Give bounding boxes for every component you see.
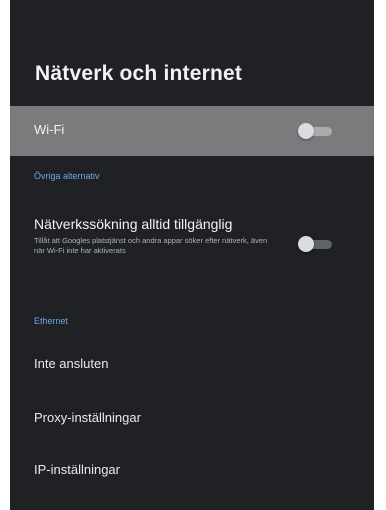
network-scan-description: Tillåt att Googles platstjänst och andra… [34, 236, 268, 255]
network-scan-toggle-thumb [298, 236, 314, 252]
wifi-label: Wi-Fi [34, 122, 65, 137]
section-header-other-options: Övriga alternativ [34, 171, 100, 181]
wifi-row[interactable]: Wi-Fi [10, 106, 374, 156]
settings-panel: Nätverk och internet Wi-Fi Övriga altern… [10, 0, 374, 510]
network-scan-row[interactable]: Nätverkssökning alltid tillgänglig Tillå… [10, 210, 374, 290]
ethernet-status-label: Inte ansluten [34, 356, 109, 371]
ethernet-status-row[interactable]: Inte ansluten [10, 346, 374, 386]
proxy-settings-row[interactable]: Proxy-inställningar [10, 400, 374, 440]
network-scan-toggle[interactable] [298, 236, 334, 252]
wifi-toggle-thumb [298, 123, 314, 139]
wifi-toggle[interactable] [298, 123, 334, 139]
network-scan-label: Nätverkssökning alltid tillgänglig [34, 216, 233, 232]
ip-settings-label: IP-inställningar [34, 462, 120, 477]
ip-settings-row[interactable]: IP-inställningar [10, 452, 374, 492]
section-header-ethernet: Ethernet [34, 316, 69, 326]
page-title: Nätverk och internet [35, 62, 243, 85]
proxy-settings-label: Proxy-inställningar [34, 410, 141, 425]
